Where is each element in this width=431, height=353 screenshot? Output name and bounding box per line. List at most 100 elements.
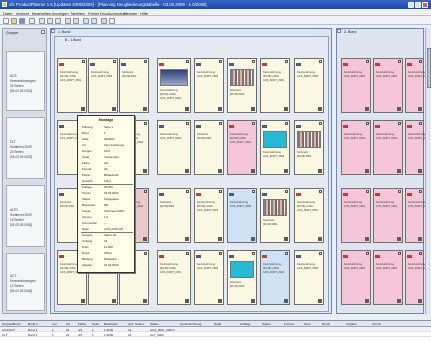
page-select-icon[interactable] (144, 189, 147, 193)
grid-column-header[interactable]: Papier (262, 322, 271, 326)
page-select-icon[interactable] (186, 251, 189, 255)
page-select-icon[interactable] (419, 189, 422, 193)
page-select-icon[interactable] (319, 189, 322, 193)
page-select-icon[interactable] (319, 121, 322, 125)
page-select-icon[interactable] (366, 189, 369, 193)
page-card[interactable]: Kennzeichnung[03.03] LANGACS_SORT_0001 (260, 58, 290, 113)
menu-fenster[interactable]: Fenster (124, 11, 138, 16)
menu-datei[interactable]: Datei (3, 11, 12, 16)
page-card[interactable]: Kennzeichnung[03.03] LANGACS_SORT_0001 (194, 188, 224, 243)
menu-bearbeiten[interactable]: Bearbeiten (32, 11, 51, 16)
page-card[interactable]: KennzeichnungACS_SORT_0002 (157, 120, 191, 175)
page-select-icon[interactable] (366, 251, 369, 255)
row-label-2[interactable]: CLT Sortiment 2009 24 Seiten [03.03.09.0… (6, 117, 45, 179)
menu-druckvorschau[interactable]: Druckvorschau (100, 11, 127, 16)
page-card[interactable]: Kennzeichnung[03.03] LANGACS_SORT_0001 (260, 250, 290, 305)
page-card[interactable]: Kennzeichnung[03.03] LANGACS_SORT_0001 (57, 58, 87, 113)
page-card[interactable]: KennzeichnungACS_SORT_0002 (373, 250, 403, 305)
undo-icon[interactable] (65, 17, 71, 24)
grid-column-header[interactable]: Seite (92, 322, 99, 326)
page-select-icon[interactable] (144, 59, 147, 63)
zoom-out-icon[interactable] (91, 17, 97, 24)
grid-column-header[interactable]: Termin (372, 322, 381, 326)
page-select-icon[interactable] (419, 121, 422, 125)
scroll-thumb[interactable] (426, 48, 431, 88)
page-select-icon[interactable] (419, 59, 422, 63)
page-card[interactable]: Sortiment[03.03] 0001 (227, 58, 257, 113)
page-card[interactable]: Kennzeichnung[03.03] LANGACS_SORT_0001 (294, 188, 324, 243)
page-card[interactable]: KennzeichnungACS_SORT_0002 (373, 120, 403, 175)
page-select-icon[interactable] (186, 189, 189, 193)
page-select-icon[interactable] (252, 251, 255, 255)
menu-anzeigen[interactable]: Anzeigen (52, 11, 69, 16)
page-card[interactable]: Sortiment[03.03] 0001 (227, 250, 257, 305)
vertical-scrollbar[interactable] (425, 28, 431, 314)
grid-column-header[interactable]: Gruppe/Bund (2, 322, 20, 326)
minimize-button[interactable] (408, 1, 414, 8)
page-card[interactable]: Kennzeichnung[03.03] LANGACS_SORT_0001 (157, 250, 191, 305)
page-card[interactable]: KennzeichnungACS_SORT_0002 (294, 250, 324, 305)
page-card[interactable]: KennzeichnungACS_SORT_0002 (405, 58, 429, 113)
grid-column-header[interactable]: bis (66, 322, 70, 326)
grid-column-header[interactable]: Kennzeichnung (180, 322, 201, 326)
layout-icon[interactable] (109, 17, 115, 24)
page-select-icon[interactable] (82, 59, 85, 63)
page-select-icon[interactable] (219, 189, 222, 193)
menu-felder[interactable]: Felder (88, 11, 99, 16)
page-select-icon[interactable] (319, 251, 322, 255)
page-select-icon[interactable] (113, 59, 116, 63)
grid-column-header[interactable]: Anz. Seiten (128, 322, 144, 326)
page-card[interactable]: KennzeichnungACS_SORT_0002 (227, 188, 257, 243)
page-select-icon[interactable] (319, 59, 322, 63)
grid-column-header[interactable]: Bund 1 (28, 322, 38, 326)
page-select-icon[interactable] (186, 59, 189, 63)
page-select-icon[interactable] (366, 121, 369, 125)
page-card[interactable]: Sortiment[03.03] 0001 (260, 188, 290, 243)
grid-column-header[interactable]: Status (150, 322, 159, 326)
page-card[interactable]: KennzeichnungACS_SORT_0002 (194, 250, 224, 305)
page-select-icon[interactable] (219, 121, 222, 125)
page-card[interactable]: Sortiment[03.03] 0001 (194, 120, 224, 175)
grid-column-header[interactable]: Farbe (78, 322, 86, 326)
open-icon[interactable] (11, 17, 17, 24)
page-card[interactable]: KennzeichnungACS_SORT_0002 (405, 120, 429, 175)
menu-tabellen[interactable]: Tabellen (70, 11, 85, 16)
page-card[interactable]: KennzeichnungACS_SORT_0002 (194, 58, 224, 113)
maximize-button[interactable] (415, 1, 421, 8)
page-card[interactable]: KennzeichnungACS_SORT_0002 (341, 250, 371, 305)
close-button[interactable] (422, 1, 428, 8)
print-icon[interactable] (29, 17, 35, 24)
copy-icon[interactable] (47, 17, 53, 24)
page-select-icon[interactable] (398, 189, 401, 193)
page-card[interactable]: KennzeichnungACS_SORT_0002 (405, 250, 429, 305)
save-icon[interactable] (19, 17, 25, 24)
page-card[interactable]: Sortiment[03.03] 0001 (119, 58, 149, 113)
page-select-icon[interactable] (252, 189, 255, 193)
page-select-icon[interactable] (144, 121, 147, 125)
paste-icon[interactable] (55, 17, 61, 24)
row-label-4[interactable]: ACT Kennzeichnungen 12 Seiten [03.03.09.… (6, 253, 45, 311)
page-card[interactable]: Kennzeichnung[03.03] LANGACS_SORT_0001 (227, 120, 257, 175)
menu-hilfe[interactable]: Hilfe (140, 11, 148, 16)
page-card[interactable]: KennzeichnungACS_SORT_0002 (341, 188, 371, 243)
redo-icon[interactable] (73, 17, 79, 24)
page-card[interactable]: KennzeichnungACS_SORT_0002 (341, 58, 371, 113)
page-select-icon[interactable] (144, 251, 147, 255)
page-select-icon[interactable] (285, 251, 288, 255)
filter-icon[interactable] (101, 17, 107, 24)
grid-column-header[interactable]: Bandseite (104, 322, 118, 326)
grid-row[interactable]: CLT Bund 1 1 24 4/4 1 1.0000 24 CLT_0001 (0, 332, 431, 337)
page-select-icon[interactable] (398, 59, 401, 63)
menu-ansicht[interactable]: Ansicht (16, 11, 29, 16)
new-icon[interactable] (3, 17, 9, 24)
page-card[interactable]: KennzeichnungACS_SORT_0002 (373, 188, 403, 243)
grid-column-header[interactable]: Format (284, 322, 294, 326)
page-select-icon[interactable] (398, 251, 401, 255)
page-select-icon[interactable] (186, 121, 189, 125)
page-select-icon[interactable] (285, 189, 288, 193)
grid-column-header[interactable]: Abgabe (346, 322, 357, 326)
row-label-1[interactable]: ACS Kennzeichnungen 32 Seiten [03.03.09.… (6, 51, 45, 111)
grid-column-header[interactable]: von (52, 322, 57, 326)
page-card[interactable]: KennzeichnungACS_SORT_0002 (294, 58, 324, 113)
page-select-icon[interactable] (366, 59, 369, 63)
